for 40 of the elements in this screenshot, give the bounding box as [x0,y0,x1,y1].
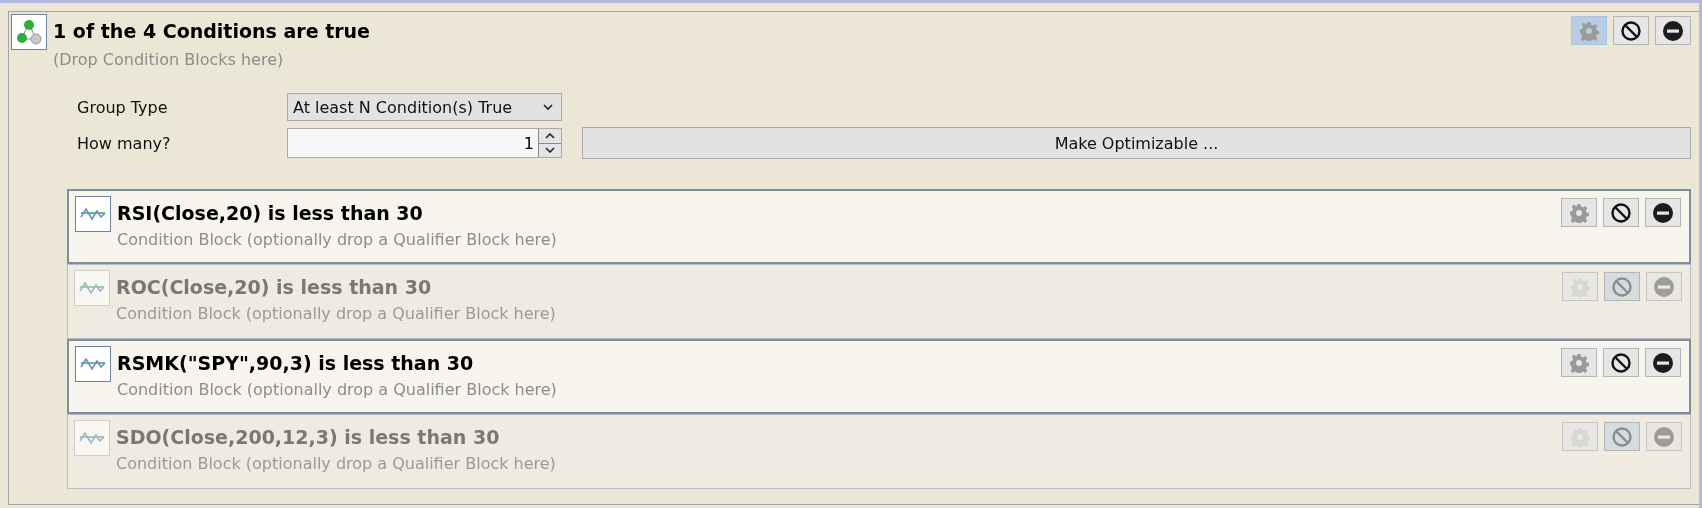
prohibited-icon [1610,351,1632,374]
condition-block[interactable]: RSMK("SPY",90,3) is less than 30 Condition Block (optionally drop a Qualifier Block here) [67,339,1691,414]
group-type-dropdown[interactable]: At least N Condition(s) True [287,93,562,121]
gear-icon [1579,20,1599,41]
settings-button[interactable] [1571,16,1607,45]
condition-title: ROC(Close,20) is less than 30 [116,275,433,298]
prohibited-icon [1611,425,1633,448]
remove-button[interactable] [1655,16,1691,45]
settings-button[interactable] [1561,198,1597,227]
condition-title: RSI(Close,20) is less than 30 [117,201,424,224]
remove-icon [1653,425,1675,448]
condition-title: RSMK("SPY",90,3) is less than 30 [117,351,475,374]
prohibited-icon [1611,275,1633,298]
gear-icon [1569,352,1589,373]
condition-subtitle: Condition Block (optionally drop a Qualifier Block here) [116,304,557,323]
condition-title: SDO(Close,200,12,3) is less than 30 [116,425,501,448]
condition-subtitle: Condition Block (optionally drop a Qualifier Block here) [117,230,558,249]
disable-button[interactable] [1603,198,1639,227]
condition-subtitle: Condition Block (optionally drop a Qualifier Block here) [117,380,558,399]
settings-button[interactable] [1561,348,1597,377]
how-many-label: How many? [77,133,172,153]
remove-button[interactable] [1645,348,1681,377]
disable-button[interactable] [1603,348,1639,377]
remove-icon [1652,201,1674,224]
condition-block[interactable]: RSI(Close,20) is less than 30 Condition Block (optionally drop a Qualifier Block here) [67,189,1691,264]
disable-button[interactable] [1613,16,1649,45]
group-title: 1 of the 4 Conditions are true [53,19,371,42]
prohibited-icon [1610,201,1632,224]
drop-hint: (Drop Condition Blocks here) [53,50,285,69]
how-many-spinner[interactable]: 1 [287,128,562,158]
remove-icon [1662,19,1684,42]
remove-button[interactable] [1645,198,1681,227]
chevron-down-icon [543,103,553,111]
prohibited-icon [1620,19,1642,42]
gear-icon [1569,202,1589,223]
group-type-label: Group Type [77,97,169,117]
remove-icon [1652,351,1674,374]
condition-subtitle: Condition Block (optionally drop a Qualifier Block here) [116,454,557,473]
make-optimizable-button[interactable]: Make Optimizable ... [582,127,1691,159]
remove-icon [1653,275,1675,298]
